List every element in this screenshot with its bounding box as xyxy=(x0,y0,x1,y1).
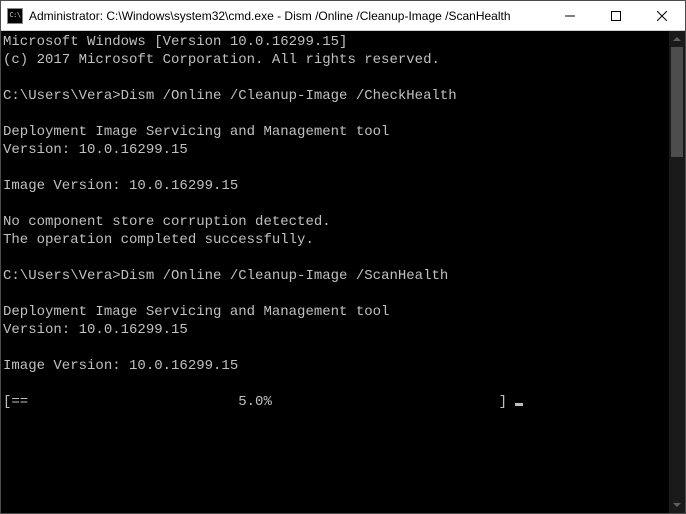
text-line: Image Version: 10.0.16299.15 xyxy=(3,358,238,374)
prompt-command: Dism /Online /Cleanup-Image /ScanHealth xyxy=(121,268,449,284)
minimize-icon xyxy=(565,11,575,21)
text-line: Version: 10.0.16299.15 xyxy=(3,322,188,338)
window-title: Administrator: C:\Windows\system32\cmd.e… xyxy=(29,9,547,23)
console-output[interactable]: Microsoft Windows [Version 10.0.16299.15… xyxy=(1,31,669,513)
text-line: No component store corruption detected. xyxy=(3,214,331,230)
progress-bar: [== 5.0% ] xyxy=(3,394,515,410)
text-line: Microsoft Windows [Version 10.0.16299.15… xyxy=(3,34,347,50)
scroll-thumb[interactable] xyxy=(671,47,683,157)
scroll-track[interactable] xyxy=(669,47,685,497)
chevron-up-icon xyxy=(673,37,681,41)
cmd-icon: C:\ xyxy=(7,8,23,24)
prompt-path: C:\Users\Vera> xyxy=(3,268,121,284)
prompt-command: Dism /Online /Cleanup-Image /CheckHealth xyxy=(121,88,457,104)
text-line: (c) 2017 Microsoft Corporation. All righ… xyxy=(3,52,440,68)
text-line: The operation completed successfully. xyxy=(3,232,314,248)
cursor xyxy=(515,403,523,406)
maximize-icon xyxy=(611,11,621,21)
console-area: Microsoft Windows [Version 10.0.16299.15… xyxy=(1,31,685,513)
maximize-button[interactable] xyxy=(593,1,639,30)
close-icon xyxy=(657,11,667,21)
scroll-down-arrow[interactable] xyxy=(669,497,685,513)
text-line: Version: 10.0.16299.15 xyxy=(3,142,188,158)
cmd-icon-text: C:\ xyxy=(9,12,20,19)
window-controls xyxy=(547,1,685,30)
text-line: Deployment Image Servicing and Managemen… xyxy=(3,304,389,320)
text-line: Image Version: 10.0.16299.15 xyxy=(3,178,238,194)
titlebar[interactable]: C:\ Administrator: C:\Windows\system32\c… xyxy=(1,1,685,31)
cmd-window: C:\ Administrator: C:\Windows\system32\c… xyxy=(0,0,686,514)
close-button[interactable] xyxy=(639,1,685,30)
vertical-scrollbar[interactable] xyxy=(669,31,685,513)
prompt-path: C:\Users\Vera> xyxy=(3,88,121,104)
scroll-up-arrow[interactable] xyxy=(669,31,685,47)
text-line: Deployment Image Servicing and Managemen… xyxy=(3,124,389,140)
chevron-down-icon xyxy=(673,503,681,507)
minimize-button[interactable] xyxy=(547,1,593,30)
